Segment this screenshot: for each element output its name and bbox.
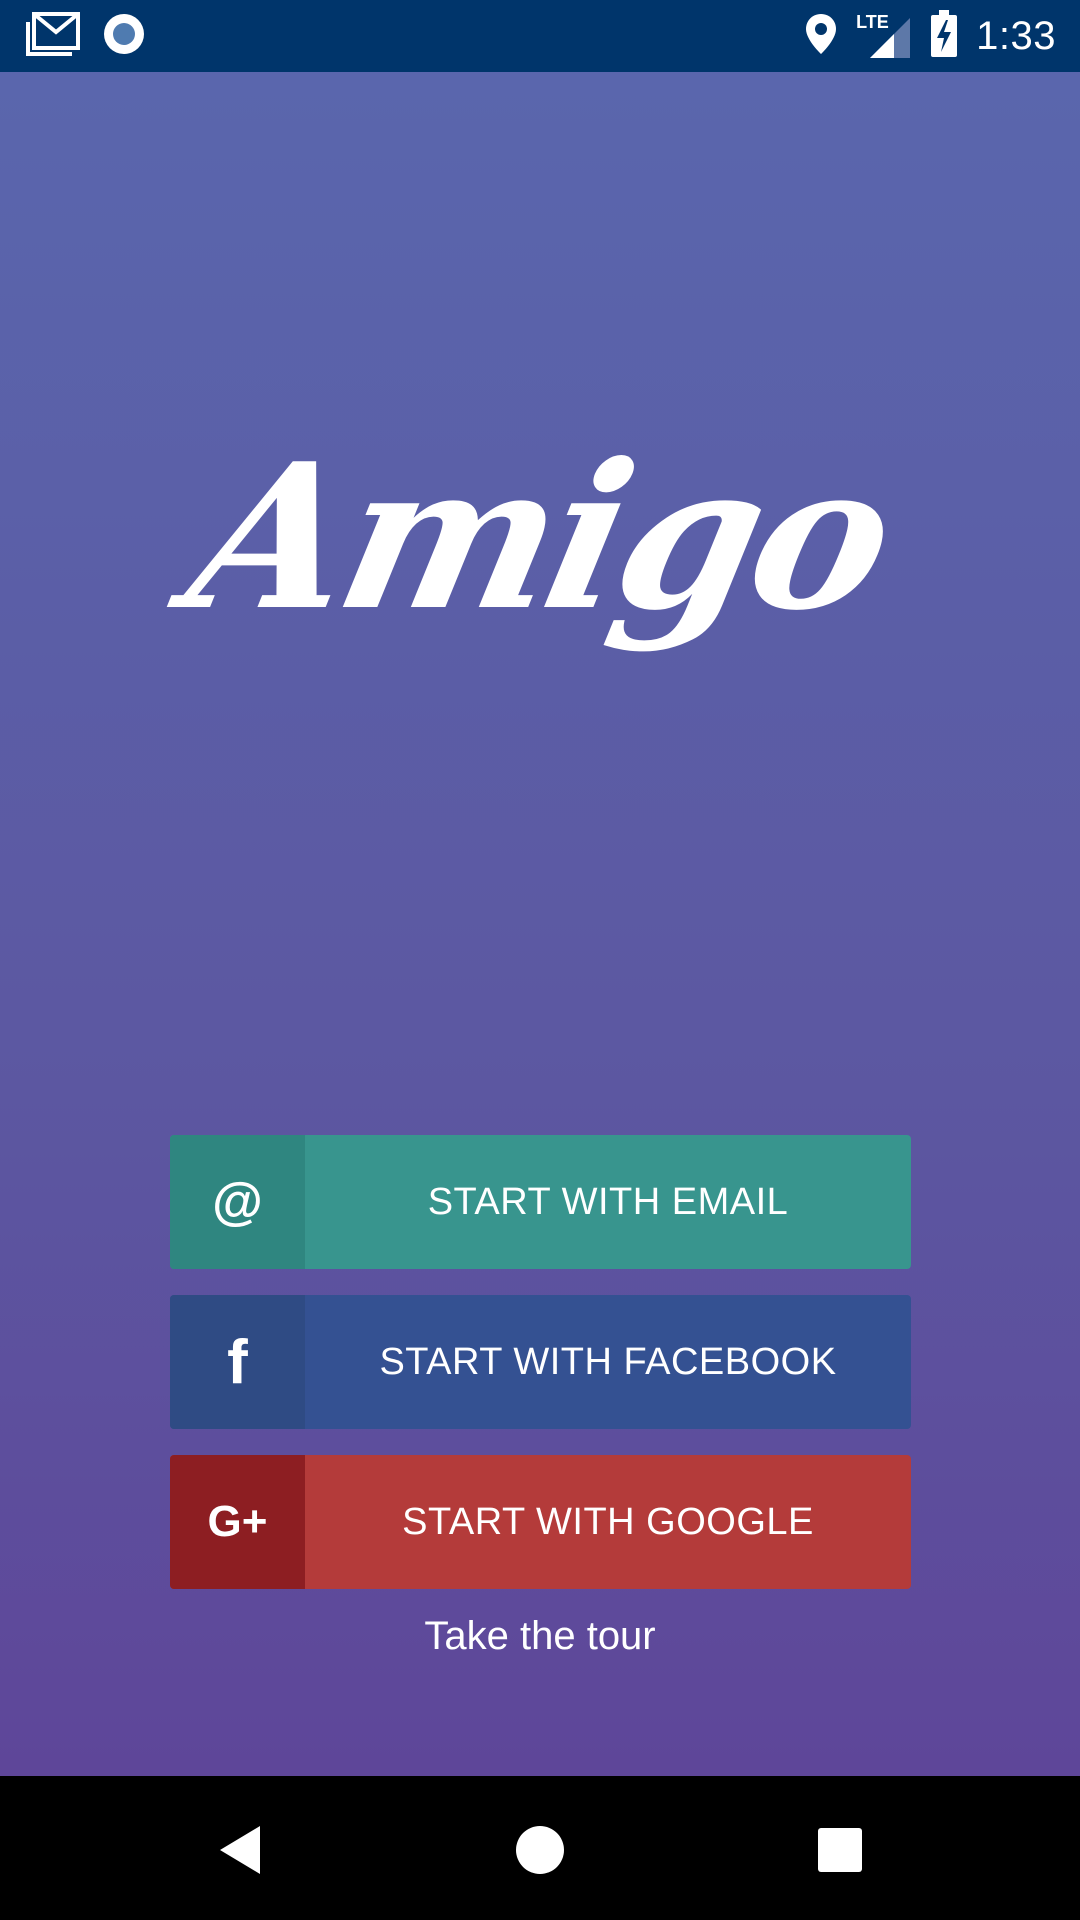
- facebook-icon-box: f: [170, 1295, 305, 1429]
- record-icon: [102, 12, 146, 61]
- welcome-screen: Amigo Are you already member? sign in @ …: [0, 72, 1080, 1776]
- take-the-tour-link[interactable]: Take the tour: [0, 1614, 1080, 1659]
- google-plus-icon: G+: [207, 1497, 268, 1546]
- facebook-icon: f: [227, 1327, 248, 1397]
- start-with-facebook-button[interactable]: f START WITH FACEBOOK: [170, 1295, 911, 1429]
- start-with-email-button[interactable]: @ START WITH EMAIL: [170, 1135, 911, 1269]
- navigation-bar: [0, 1776, 1080, 1920]
- at-icon: @: [212, 1173, 263, 1231]
- google-icon-box: G+: [170, 1455, 305, 1589]
- clock: 1:33: [976, 13, 1056, 58]
- gmail-icon: [26, 11, 80, 61]
- start-with-google-button[interactable]: G+ START WITH GOOGLE: [170, 1455, 911, 1589]
- battery-charging-icon: [930, 9, 958, 63]
- email-icon-box: @: [170, 1135, 305, 1269]
- google-button-label: START WITH GOOGLE: [402, 1500, 814, 1543]
- status-bar: LTE 1:33: [0, 0, 1080, 72]
- signal-icon: LTE: [856, 12, 912, 60]
- home-icon[interactable]: [510, 1820, 570, 1880]
- recents-icon[interactable]: [810, 1820, 870, 1880]
- location-icon: [804, 12, 838, 61]
- email-button-label: START WITH EMAIL: [427, 1180, 789, 1223]
- facebook-button-label: START WITH FACEBOOK: [379, 1340, 837, 1383]
- back-icon[interactable]: [210, 1820, 270, 1880]
- logo-container: Amigo: [0, 420, 1080, 655]
- app-logo: Amigo: [172, 420, 909, 655]
